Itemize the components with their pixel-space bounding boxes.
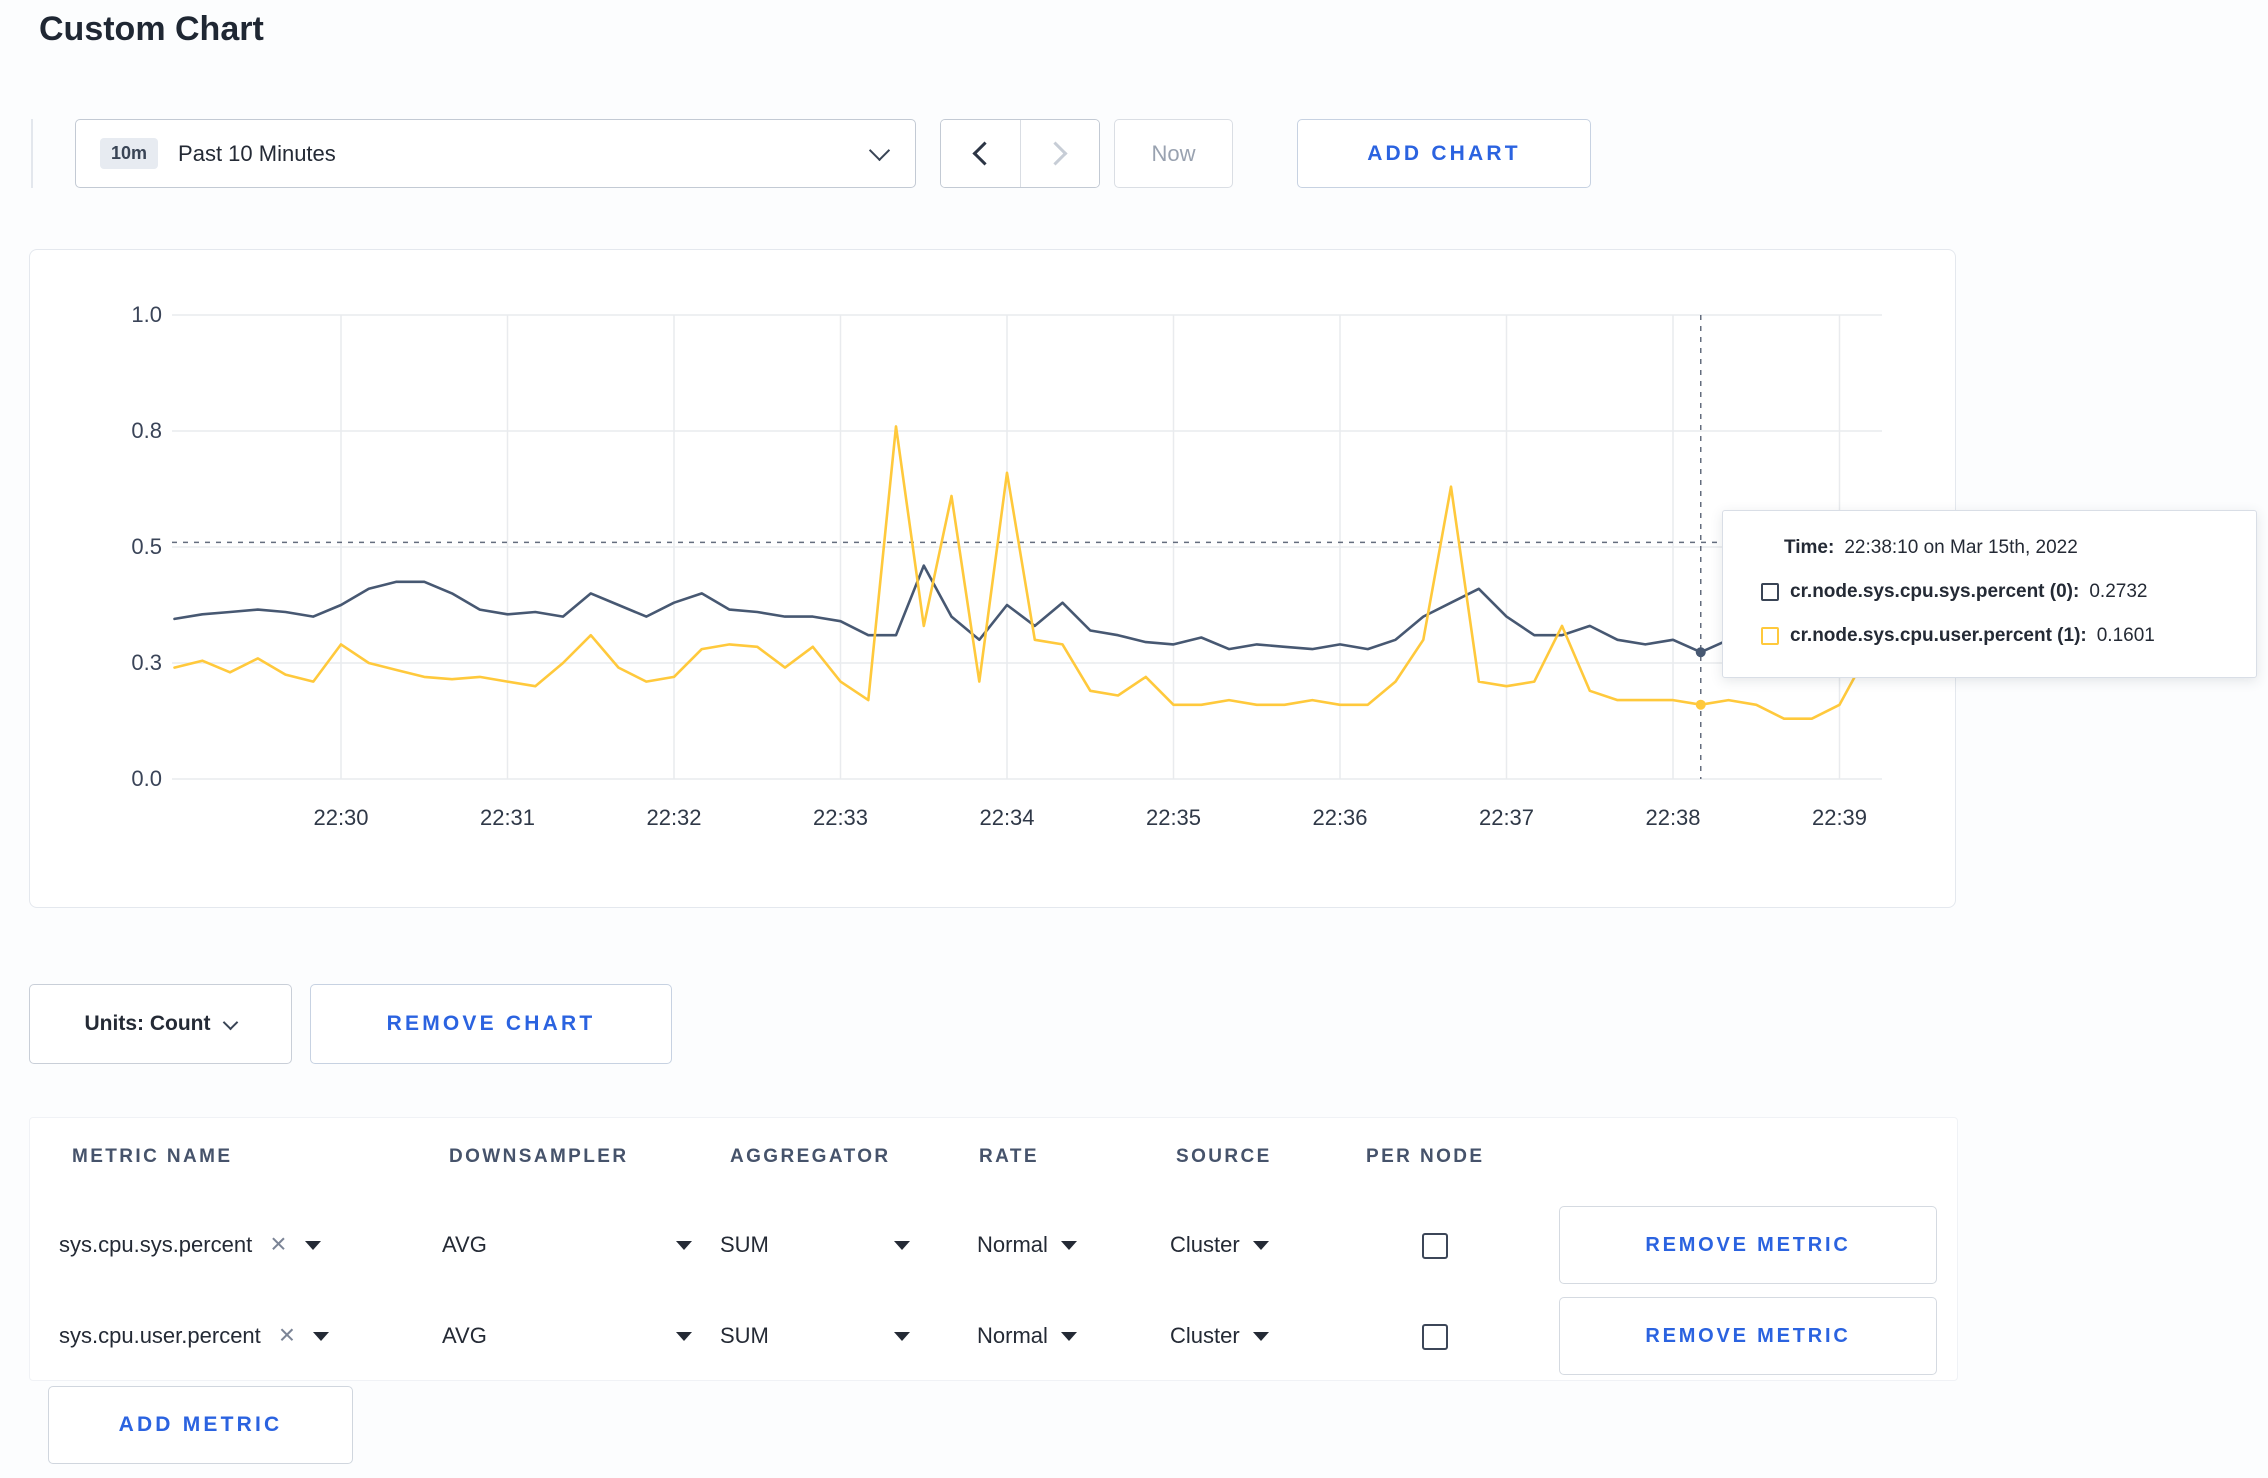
column-header-source: SOURCE xyxy=(1176,1146,1272,1167)
dropdown-caret-icon xyxy=(894,1240,910,1250)
chevron-right-icon xyxy=(1043,141,1068,166)
metric-name-select[interactable]: sys.cpu.user.percent × xyxy=(59,1297,330,1375)
aggregator-select[interactable]: SUM xyxy=(720,1297,910,1375)
per-node-checkbox[interactable] xyxy=(1422,1233,1448,1259)
page-title: Custom Chart xyxy=(39,10,264,48)
remove-metric-button[interactable]: REMOVE METRIC xyxy=(1559,1206,1937,1284)
source-select[interactable]: Cluster xyxy=(1170,1206,1269,1284)
now-button[interactable]: Now xyxy=(1114,119,1233,188)
add-metric-button[interactable]: ADD METRIC xyxy=(48,1386,353,1464)
table-row: sys.cpu.sys.percent × AVG SUM Normal Clu… xyxy=(30,1206,1957,1284)
column-header-metric-name: METRIC NAME xyxy=(72,1146,233,1167)
column-header-per-node: PER NODE xyxy=(1366,1146,1485,1167)
chevron-down-icon xyxy=(868,139,891,161)
tooltip-series-row: cr.node.sys.cpu.sys.percent (0): 0.2732 xyxy=(1761,577,2232,607)
aggregator-select[interactable]: SUM xyxy=(720,1206,910,1284)
rate-select[interactable]: Normal xyxy=(977,1297,1077,1375)
column-header-aggregator: AGGREGATOR xyxy=(730,1146,891,1167)
units-dropdown[interactable]: Units: Count xyxy=(29,984,292,1064)
source-value: Cluster xyxy=(1170,1323,1240,1348)
series-user-swatch-icon xyxy=(1761,627,1779,645)
downsampler-select[interactable]: AVG xyxy=(442,1297,692,1375)
metrics-table: METRIC NAME DOWNSAMPLER AGGREGATOR RATE … xyxy=(29,1117,1958,1381)
metric-name-select[interactable]: sys.cpu.sys.percent × xyxy=(59,1206,321,1284)
dropdown-caret-icon xyxy=(894,1331,910,1341)
downsampler-select[interactable]: AVG xyxy=(442,1206,692,1284)
series-sys-swatch-icon xyxy=(1761,583,1779,601)
aggregator-value: SUM xyxy=(720,1323,769,1348)
column-header-rate: RATE xyxy=(979,1146,1039,1167)
time-pager xyxy=(940,119,1100,188)
column-header-downsampler: DOWNSAMPLER xyxy=(449,1146,629,1167)
metric-name-value: sys.cpu.user.percent xyxy=(59,1323,261,1348)
toolbar-divider xyxy=(31,119,33,188)
metric-name-value: sys.cpu.sys.percent xyxy=(59,1232,253,1257)
per-node-checkbox[interactable] xyxy=(1422,1324,1448,1350)
source-value: Cluster xyxy=(1170,1232,1240,1257)
dropdown-caret-icon xyxy=(676,1240,692,1250)
chart-card: 0.0 0.3 0.5 0.8 1.0 22:30 22:31 22:32 22:33 22:3… xyxy=(29,249,2257,909)
remove-metric-button[interactable]: REMOVE METRIC xyxy=(1559,1297,1937,1375)
dropdown-caret-icon xyxy=(676,1331,692,1341)
aggregator-value: SUM xyxy=(720,1232,769,1257)
dropdown-caret-icon xyxy=(1252,1240,1269,1250)
tooltip-series-label: cr.node.sys.cpu.user.percent (1): xyxy=(1790,625,2087,646)
rate-value: Normal xyxy=(977,1323,1048,1348)
remove-chart-button[interactable]: REMOVE CHART xyxy=(310,984,672,1064)
tooltip-series-value: 0.2732 xyxy=(2089,581,2148,602)
dropdown-caret-icon xyxy=(1060,1331,1077,1341)
custom-chart-page: Custom Chart 10m Past 10 Minutes Now ADD… xyxy=(0,0,2268,1478)
next-time-button[interactable] xyxy=(1019,120,1099,187)
downsampler-value: AVG xyxy=(442,1232,487,1257)
chart-svg[interactable] xyxy=(30,250,1957,909)
time-range-badge: 10m xyxy=(100,138,159,169)
chevron-down-icon xyxy=(223,1014,239,1030)
tooltip-series-value: 0.1601 xyxy=(2096,625,2155,646)
time-range-label: Past 10 Minutes xyxy=(178,140,336,166)
clear-metric-icon[interactable]: × xyxy=(270,1229,286,1258)
rate-select[interactable]: Normal xyxy=(977,1206,1077,1284)
table-row: sys.cpu.user.percent × AVG SUM Normal Cl… xyxy=(30,1297,1957,1375)
chevron-left-icon xyxy=(972,141,997,166)
downsampler-value: AVG xyxy=(442,1323,487,1348)
rate-value: Normal xyxy=(977,1232,1048,1257)
tooltip-time-value: 22:38:10 on Mar 15th, 2022 xyxy=(1844,537,2078,558)
tooltip-series-label: cr.node.sys.cpu.sys.percent (0): xyxy=(1790,581,2080,602)
time-range-dropdown[interactable]: 10m Past 10 Minutes xyxy=(75,119,916,188)
dropdown-caret-icon xyxy=(1252,1331,1269,1341)
dropdown-caret-icon xyxy=(1060,1240,1077,1250)
clear-metric-icon[interactable]: × xyxy=(279,1320,295,1349)
prev-time-button[interactable] xyxy=(941,120,1020,187)
chart-tooltip: Time: 22:38:10 on Mar 15th, 2022 cr.node… xyxy=(1722,510,2257,678)
tooltip-series-row: cr.node.sys.cpu.user.percent (1): 0.1601 xyxy=(1761,621,2232,651)
dropdown-caret-icon xyxy=(313,1331,330,1341)
tooltip-time-label: Time: xyxy=(1784,537,1835,558)
tooltip-time-row: Time: 22:38:10 on Mar 15th, 2022 xyxy=(1761,533,2232,563)
source-select[interactable]: Cluster xyxy=(1170,1297,1269,1375)
units-label: Units: Count xyxy=(84,1012,211,1035)
dropdown-caret-icon xyxy=(304,1240,321,1250)
add-chart-button[interactable]: ADD CHART xyxy=(1297,119,1591,188)
